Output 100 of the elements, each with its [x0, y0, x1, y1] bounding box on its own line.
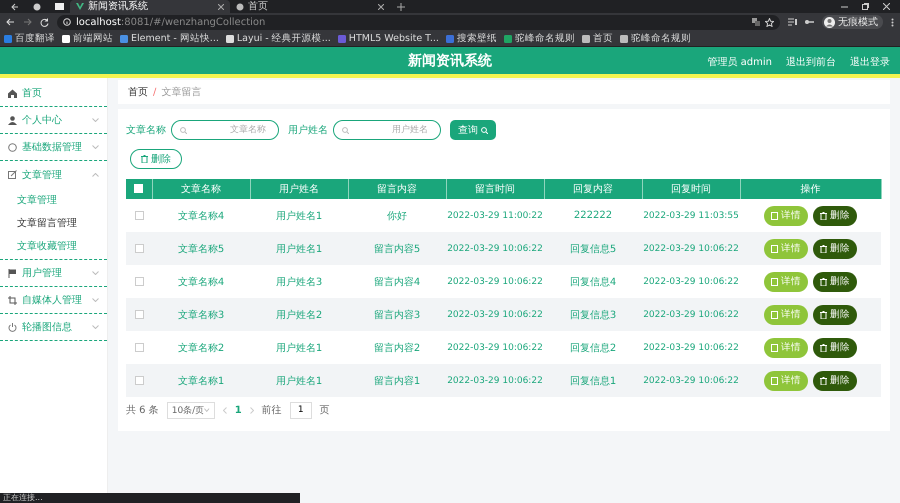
search-field[interactable]: 文章名称	[171, 120, 279, 140]
chevron-down-icon	[204, 408, 210, 412]
search-icon	[481, 126, 488, 134]
back-icon[interactable]	[11, 2, 19, 10]
column-header: 操作	[740, 179, 881, 199]
delete-button[interactable]: 删除	[813, 238, 857, 258]
table-cell: 文章名称3	[152, 298, 250, 331]
table-cell: 回复信息4	[544, 265, 642, 298]
trash-icon	[141, 155, 148, 163]
bookmark-icon	[504, 34, 512, 42]
search-field[interactable]: 用户姓名	[333, 120, 441, 140]
bookmark[interactable]: 百度翻译	[4, 32, 55, 45]
breadcrumb-separator: /	[153, 86, 156, 98]
trash-icon	[820, 310, 827, 318]
table-cell: 文章名称1	[152, 364, 250, 397]
document-icon	[771, 344, 778, 352]
trash-icon	[820, 344, 827, 352]
reading-list-icon[interactable]	[788, 18, 797, 26]
translate-icon[interactable]	[752, 18, 760, 26]
user-icon	[8, 116, 17, 124]
reload-icon[interactable]	[40, 18, 49, 26]
submenu-item[interactable]: 文章留言管理	[0, 211, 107, 234]
delete-button[interactable]: 删除	[813, 272, 857, 292]
trash-icon	[820, 278, 827, 286]
delete-button[interactable]: 删除	[813, 304, 857, 324]
close-icon[interactable]	[883, 3, 890, 10]
table-cell: 2022-03-29 10:06:22	[446, 232, 544, 265]
delete-button[interactable]: 删除	[813, 206, 857, 226]
crop-icon	[8, 296, 17, 304]
table-cell: 用户姓名1	[250, 199, 348, 232]
trash-icon	[820, 212, 827, 220]
info-icon	[63, 18, 71, 26]
more-icon[interactable]	[891, 18, 894, 26]
table-cell: 2022-03-29 10:06:22	[446, 265, 544, 298]
address-bar[interactable]: localhost:8081/#/wenzhangCollection	[57, 14, 780, 30]
restore-icon[interactable]	[862, 3, 869, 10]
page-suffix: 页	[320, 404, 330, 417]
table-cell: 留言内容3	[348, 298, 446, 331]
back-icon[interactable]	[6, 18, 15, 26]
table-cell: 2022-03-29 10:06:22	[642, 331, 740, 364]
table-cell: 用户姓名1	[250, 232, 348, 265]
profile-button[interactable]: 无痕模式	[822, 15, 883, 29]
table-cell: 2022-03-29 10:06:22	[642, 232, 740, 265]
table-cell: 2022-03-29 10:06:22	[446, 331, 544, 364]
home-icon	[8, 88, 17, 98]
table-cell: 留言内容2	[348, 331, 446, 364]
bookmark-icon	[120, 34, 128, 42]
browser-tab[interactable]: 新闻资讯系统	[70, 0, 230, 13]
breadcrumb-item: 文章留言	[161, 86, 202, 99]
total-count: 共 6 条	[126, 404, 159, 417]
table-cell: 用户姓名3	[250, 265, 348, 298]
key-icon[interactable]	[805, 19, 814, 25]
user-avatar-icon	[824, 16, 835, 28]
select-all-checkbox[interactable]	[134, 184, 144, 194]
bookmark-icon	[582, 34, 590, 42]
bookmark[interactable]: Layui - 经典开源模...	[226, 32, 331, 45]
row-checkbox[interactable]	[134, 376, 144, 385]
table-cell: 用户姓名1	[250, 331, 348, 364]
bookmark[interactable]: 驼峰命名规则	[620, 32, 691, 45]
bookmark[interactable]: 驼峰命名规则	[504, 32, 575, 45]
table-cell: 用户姓名1	[250, 364, 348, 397]
bookmark-icon	[338, 34, 346, 42]
v-logo-icon	[76, 3, 84, 10]
column-header: 回复时间	[642, 179, 740, 199]
column-header: 留言时间	[446, 179, 544, 199]
search-icon	[342, 127, 349, 134]
bookmark[interactable]: 前端网站	[62, 32, 113, 45]
page-input[interactable]: 1	[290, 402, 312, 418]
delete-button[interactable]: 删除	[813, 338, 857, 358]
delete-button[interactable]: 删除	[813, 370, 857, 390]
circle-icon	[8, 142, 17, 152]
table-cell: 2022-03-29 11:03:55	[642, 199, 740, 232]
table-cell: 留言内容1	[348, 364, 446, 397]
field-label: 用户姓名	[288, 124, 328, 137]
bookmark[interactable]: HTML5 Website T...	[338, 33, 439, 44]
bookmark-icon	[4, 34, 12, 42]
close-icon[interactable]	[378, 4, 384, 10]
bookmark[interactable]: 首页	[582, 32, 613, 45]
status-bar: 正在连接...	[0, 493, 300, 503]
browser-tab[interactable]: 首页	[230, 0, 390, 13]
plus-icon[interactable]	[397, 2, 405, 10]
table-cell: 文章名称4	[152, 265, 250, 298]
row-checkbox[interactable]	[134, 210, 144, 220]
row-checkbox[interactable]	[134, 276, 144, 286]
star-icon[interactable]	[765, 18, 774, 26]
row-checkbox[interactable]	[134, 310, 144, 319]
table-cell: 回复信息5	[544, 232, 642, 265]
table-cell: 222222	[544, 199, 642, 232]
row-checkbox[interactable]	[134, 342, 144, 352]
breadcrumb-item[interactable]: 首页	[128, 85, 148, 99]
page-size-select[interactable]: 10条/页	[166, 402, 215, 418]
bookmark[interactable]: 搜索壁纸	[446, 32, 497, 45]
window-icon[interactable]	[54, 3, 64, 10]
bookmark[interactable]: Element - 网站快...	[120, 32, 219, 45]
row-checkbox[interactable]	[134, 244, 144, 253]
table-cell: 你好	[348, 199, 446, 232]
site-title: 新闻资讯系统	[408, 52, 492, 70]
close-icon[interactable]	[218, 4, 224, 10]
forward-icon[interactable]	[23, 18, 32, 26]
column-header: 文章名称	[152, 179, 250, 199]
